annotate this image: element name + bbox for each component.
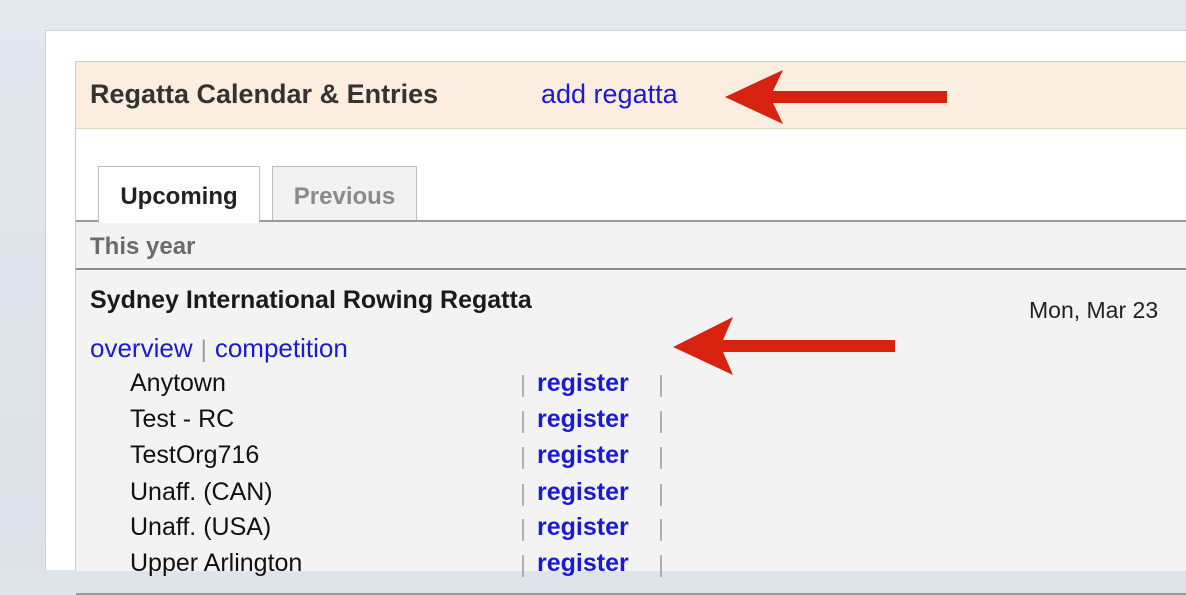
pipe-separator: | [658,515,664,541]
org-name: Unaff. (CAN) [130,478,273,506]
pipe-separator: | [658,551,664,577]
section-divider [76,268,1186,270]
pipe-separator: | [520,515,526,541]
register-link[interactable]: register [537,513,629,542]
pipe-separator: | [520,551,526,577]
regatta-date: Mon, Mar 23 [1029,297,1159,323]
screenshot-frame: Regatta Calendar & Entries add regatta U… [0,0,1186,595]
org-name: Upper Arlington [130,549,303,577]
pipe-separator: | [658,407,664,433]
section-heading: This year [90,233,196,260]
page-content: Regatta Calendar & Entries add regatta U… [45,30,1186,595]
regatta-panel: Regatta Calendar & Entries add regatta U… [75,61,1186,595]
org-row: Upper Arlington | register | [76,549,1186,585]
red-arrow-icon [725,70,947,124]
tab-upcoming[interactable]: Upcoming [98,166,260,223]
org-name: TestOrg716 [130,441,260,469]
pipe-separator: | [520,407,526,433]
org-row: Test - RC | register | [76,405,1186,441]
add-regatta-link[interactable]: add regatta [541,79,678,110]
org-row: Unaff. (USA) | register | [76,513,1186,549]
org-name: Test - RC [130,405,235,433]
pipe-separator: | [520,480,526,506]
pipe-separator: | [520,443,526,469]
org-row: Anytown | register | [76,369,1186,405]
link-separator: | [200,336,207,363]
pipe-separator: | [658,480,664,506]
regatta-name: Sydney International Rowing Regatta [90,286,532,314]
pipe-separator: | [520,371,526,397]
tabs-bar: Upcoming Previous [76,129,1186,223]
panel-header: Regatta Calendar & Entries add regatta [76,62,1186,129]
org-row: TestOrg716 | register | [76,441,1186,477]
register-link[interactable]: register [537,478,629,507]
pipe-separator: | [658,371,664,397]
org-row: Unaff. (CAN) | register | [76,478,1186,514]
panel-title: Regatta Calendar & Entries [90,79,439,109]
register-link[interactable]: register [537,441,629,470]
pipe-separator: | [658,443,664,469]
org-name: Unaff. (USA) [130,513,272,541]
overview-link[interactable]: overview [90,333,193,363]
register-link[interactable]: register [537,549,629,578]
competition-link[interactable]: competition [215,333,348,363]
regatta-links: overview | competition [90,333,348,364]
register-link[interactable]: register [537,405,629,434]
red-arrow-icon [673,317,895,375]
register-link[interactable]: register [537,369,629,398]
org-name: Anytown [130,369,226,397]
tab-previous[interactable]: Previous [272,166,417,221]
